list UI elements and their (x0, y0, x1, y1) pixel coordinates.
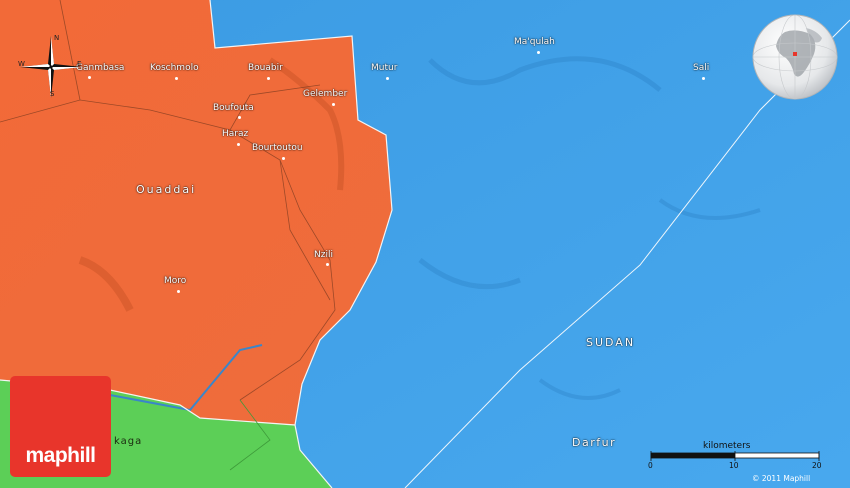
maphill-logo[interactable]: maphill (10, 376, 111, 477)
place-label-maqulah[interactable]: Ma'qulah (514, 37, 555, 47)
compass-s: S (50, 90, 55, 98)
globe-icon (752, 14, 838, 100)
copyright-text: © 2011 Maphill (752, 474, 811, 483)
place-label-nzili[interactable]: Nzili (314, 250, 333, 260)
place-label-sali[interactable]: Sali (693, 63, 709, 73)
place-label-koschmolo[interactable]: Koschmolo (150, 63, 199, 73)
place-label-moro[interactable]: Moro (164, 276, 186, 286)
region-label-akaga: kaga (114, 436, 143, 447)
place-label-bouabir[interactable]: Bouabir (248, 63, 283, 73)
terrain-layer (0, 0, 850, 488)
scale-tick-10: 10 (729, 461, 739, 470)
place-dot (386, 77, 389, 80)
place-dot (282, 157, 285, 160)
place-dot (237, 143, 240, 146)
place-dot (702, 77, 705, 80)
logo-text: maphill (25, 444, 96, 467)
place-dot (177, 290, 180, 293)
place-dot (175, 77, 178, 80)
place-dot (326, 263, 329, 266)
country-label-sudan: SUDAN (586, 336, 636, 349)
place-label-boufouta[interactable]: Boufouta (213, 103, 254, 113)
place-label-mutur[interactable]: Mutur (371, 63, 397, 73)
place-label-gelember[interactable]: Gelember (303, 89, 347, 99)
map-view[interactable]: Ganmbasa Koschmolo Bouabir Gelember Bouf… (0, 0, 850, 488)
place-dot (267, 77, 270, 80)
compass-e: E (77, 60, 82, 68)
compass-w: W (18, 60, 25, 68)
compass-rose-icon: N S W E (18, 34, 84, 100)
place-dot (332, 103, 335, 106)
scale-tick-0: 0 (648, 461, 653, 470)
place-dot (537, 51, 540, 54)
place-label-haraz[interactable]: Haraz (222, 129, 248, 139)
place-dot (88, 76, 91, 79)
place-dot (238, 116, 241, 119)
region-label-ouaddai: Ouaddai (136, 183, 197, 196)
place-label-bourtoutou[interactable]: Bourtoutou (252, 143, 303, 153)
region-label-darfur: Darfur (572, 436, 617, 449)
scale-tick-20: 20 (812, 461, 822, 470)
compass-n: N (54, 34, 60, 42)
